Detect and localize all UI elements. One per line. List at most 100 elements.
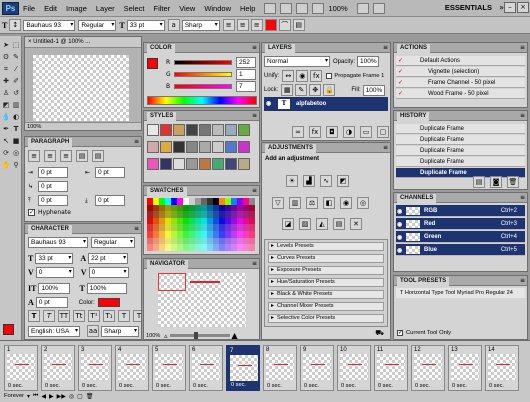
color-balance-icon[interactable]: ⚖ [306, 197, 318, 209]
style-swatch[interactable] [225, 158, 237, 170]
eyedropper-icon[interactable]: ⁄ [11, 64, 21, 74]
style-swatch[interactable] [212, 158, 224, 170]
animation-frame[interactable]: 6 0 sec. [189, 345, 223, 391]
workspace-switcher[interactable]: ESSENTIALS [445, 3, 492, 12]
font-style-select[interactable]: Regular [78, 19, 117, 31]
color-swatch[interactable] [249, 224, 255, 231]
character-tab[interactable]: CHARACTER [28, 225, 72, 234]
space-before-field[interactable]: 0 pt [38, 195, 68, 206]
action-item[interactable]: Wood Frame - 50 pixel [396, 89, 525, 99]
history-state[interactable]: Duplicate Frame [396, 157, 525, 167]
panel-menu-icon[interactable]: ≡ [520, 44, 525, 51]
color-swatch[interactable] [249, 204, 255, 212]
frame-delay[interactable]: 0 sec. [156, 383, 171, 389]
panel-menu-icon[interactable]: ≡ [252, 112, 257, 119]
visibility-eye-icon[interactable]: ◉ [397, 232, 402, 244]
check-icon[interactable]: ✓ [398, 79, 404, 90]
bridge-icon[interactable] [264, 2, 277, 14]
style-swatch[interactable] [238, 141, 250, 153]
align-left-icon[interactable]: ≡ [222, 19, 235, 31]
loop-select[interactable]: Forever [4, 393, 24, 399]
indent-right-field[interactable]: 0 pt [95, 167, 125, 178]
panel-menu-icon[interactable]: ≡ [520, 194, 525, 201]
marquee-tool-icon[interactable]: ⬚ [11, 40, 21, 50]
small-caps-icon[interactable]: Tt [73, 310, 85, 322]
subscript-icon[interactable]: T₁ [103, 310, 115, 322]
unify-style-icon[interactable]: fx [310, 70, 323, 82]
duplicate-frame-icon[interactable]: ▢ [77, 393, 83, 400]
orientation-icon[interactable]: ↕ [9, 19, 22, 31]
eraser-icon[interactable]: ◩ [1, 100, 11, 110]
visibility-eye-icon[interactable]: ◉ [397, 206, 402, 218]
color-ramp[interactable] [147, 96, 257, 105]
frame-delay[interactable]: 0 sec. [8, 383, 23, 389]
char-size-select[interactable]: 33 pt [35, 253, 74, 264]
shape-tool-icon[interactable]: ■ [11, 136, 21, 146]
adjustments-options-icon[interactable]: ⛟ [375, 329, 384, 338]
char-panel-icon[interactable]: ▤ [292, 19, 305, 31]
channel-row-blue[interactable]: ◉ Blue Ctrl+5 [396, 244, 525, 256]
animation-frame[interactable]: 9 0 sec. [300, 345, 334, 391]
animation-frame[interactable]: 4 0 sec. [115, 345, 149, 391]
para-align-left-icon[interactable]: ≡ [28, 150, 40, 162]
delete-state-icon[interactable]: 🗑 [507, 176, 519, 188]
menu-view[interactable]: View [179, 4, 195, 13]
style-swatch[interactable] [238, 158, 250, 170]
style-swatch[interactable] [173, 141, 185, 153]
style-swatch[interactable] [212, 141, 224, 153]
selective-color-icon[interactable]: ✕ [350, 218, 362, 230]
zoom-level[interactable]: 100% [328, 4, 347, 13]
3d-rotate-icon[interactable]: ⟳ [1, 148, 11, 158]
panel-menu-icon[interactable]: ≡ [520, 277, 525, 284]
3d-orbit-icon[interactable]: ◎ [11, 148, 21, 158]
document-tab[interactable]: × Untitled-1 @ 100% ... [25, 37, 141, 48]
animation-frame[interactable]: 12 0 sec. [411, 345, 445, 391]
animation-frame[interactable]: 11 0 sec. [374, 345, 408, 391]
visibility-eye-icon[interactable]: ◉ [266, 97, 271, 111]
navigator-zoom-slider[interactable] [169, 332, 230, 339]
animation-frame[interactable]: 10 0 sec. [337, 345, 371, 391]
font-family-select[interactable]: Bauhaus 93 [23, 19, 76, 31]
preset-item[interactable]: Exposure Presets [268, 266, 384, 275]
tween-icon[interactable]: ◎ [69, 393, 74, 400]
antialias-select[interactable]: Sharp [181, 19, 220, 31]
panel-menu-icon[interactable]: ≡ [134, 138, 139, 145]
frame-delay[interactable]: 0 sec. [193, 383, 208, 389]
preset-item[interactable]: Levels Presets [268, 242, 384, 251]
style-swatch[interactable] [147, 124, 159, 136]
style-swatch[interactable] [160, 124, 172, 136]
history-state[interactable]: Duplicate Frame [396, 135, 525, 145]
actions-tab[interactable]: ACTIONS [397, 44, 430, 53]
frame-delay[interactable]: 0 sec. [119, 383, 134, 389]
healing-brush-icon[interactable]: ✚ [1, 76, 11, 86]
frame-delay[interactable]: 0 sec. [415, 383, 430, 389]
first-frame-icon[interactable]: ⏮ [33, 392, 38, 400]
char-baseline-field[interactable]: 0 pt [35, 297, 68, 308]
preset-item[interactable]: Black & White Presets [268, 290, 384, 299]
action-set-default[interactable]: Default Actions [396, 56, 525, 66]
visibility-eye-icon[interactable]: ◉ [397, 245, 402, 257]
delete-frame-icon[interactable]: 🗑 [86, 393, 94, 400]
animation-frame[interactable]: 14 0 sec. [485, 345, 519, 391]
hand-icon[interactable] [296, 2, 309, 14]
dodge-tool-icon[interactable]: ◐ [11, 112, 21, 122]
check-icon[interactable]: ✓ [398, 57, 404, 68]
zoom-tool-icon[interactable] [312, 2, 325, 14]
preset-item[interactable]: Selective Color Presets [268, 314, 384, 323]
char-hscale-field[interactable]: 100% [86, 283, 127, 294]
layer-row[interactable]: ◉ T alpfabetoo [264, 97, 388, 111]
color-swatch[interactable] [249, 217, 255, 225]
style-swatch[interactable] [238, 124, 250, 136]
menu-layer[interactable]: Layer [96, 4, 115, 13]
font-size-select[interactable]: 33 pt [126, 19, 165, 31]
char-style-select[interactable]: Regular [91, 237, 135, 248]
history-brush-icon[interactable]: ↺ [11, 88, 21, 98]
history-state[interactable]: Duplicate Frame [396, 124, 525, 134]
threshold-icon[interactable]: ◭ [316, 218, 328, 230]
animation-frame[interactable]: 5 0 sec. [152, 345, 186, 391]
warp-text-icon[interactable]: ⌒ [278, 19, 291, 31]
visibility-eye-icon[interactable]: ◉ [397, 219, 402, 231]
new-layer-icon[interactable]: ▢ [377, 126, 389, 138]
superscript-icon[interactable]: T¹ [88, 310, 100, 322]
screen-mode-icon[interactable] [372, 2, 385, 14]
